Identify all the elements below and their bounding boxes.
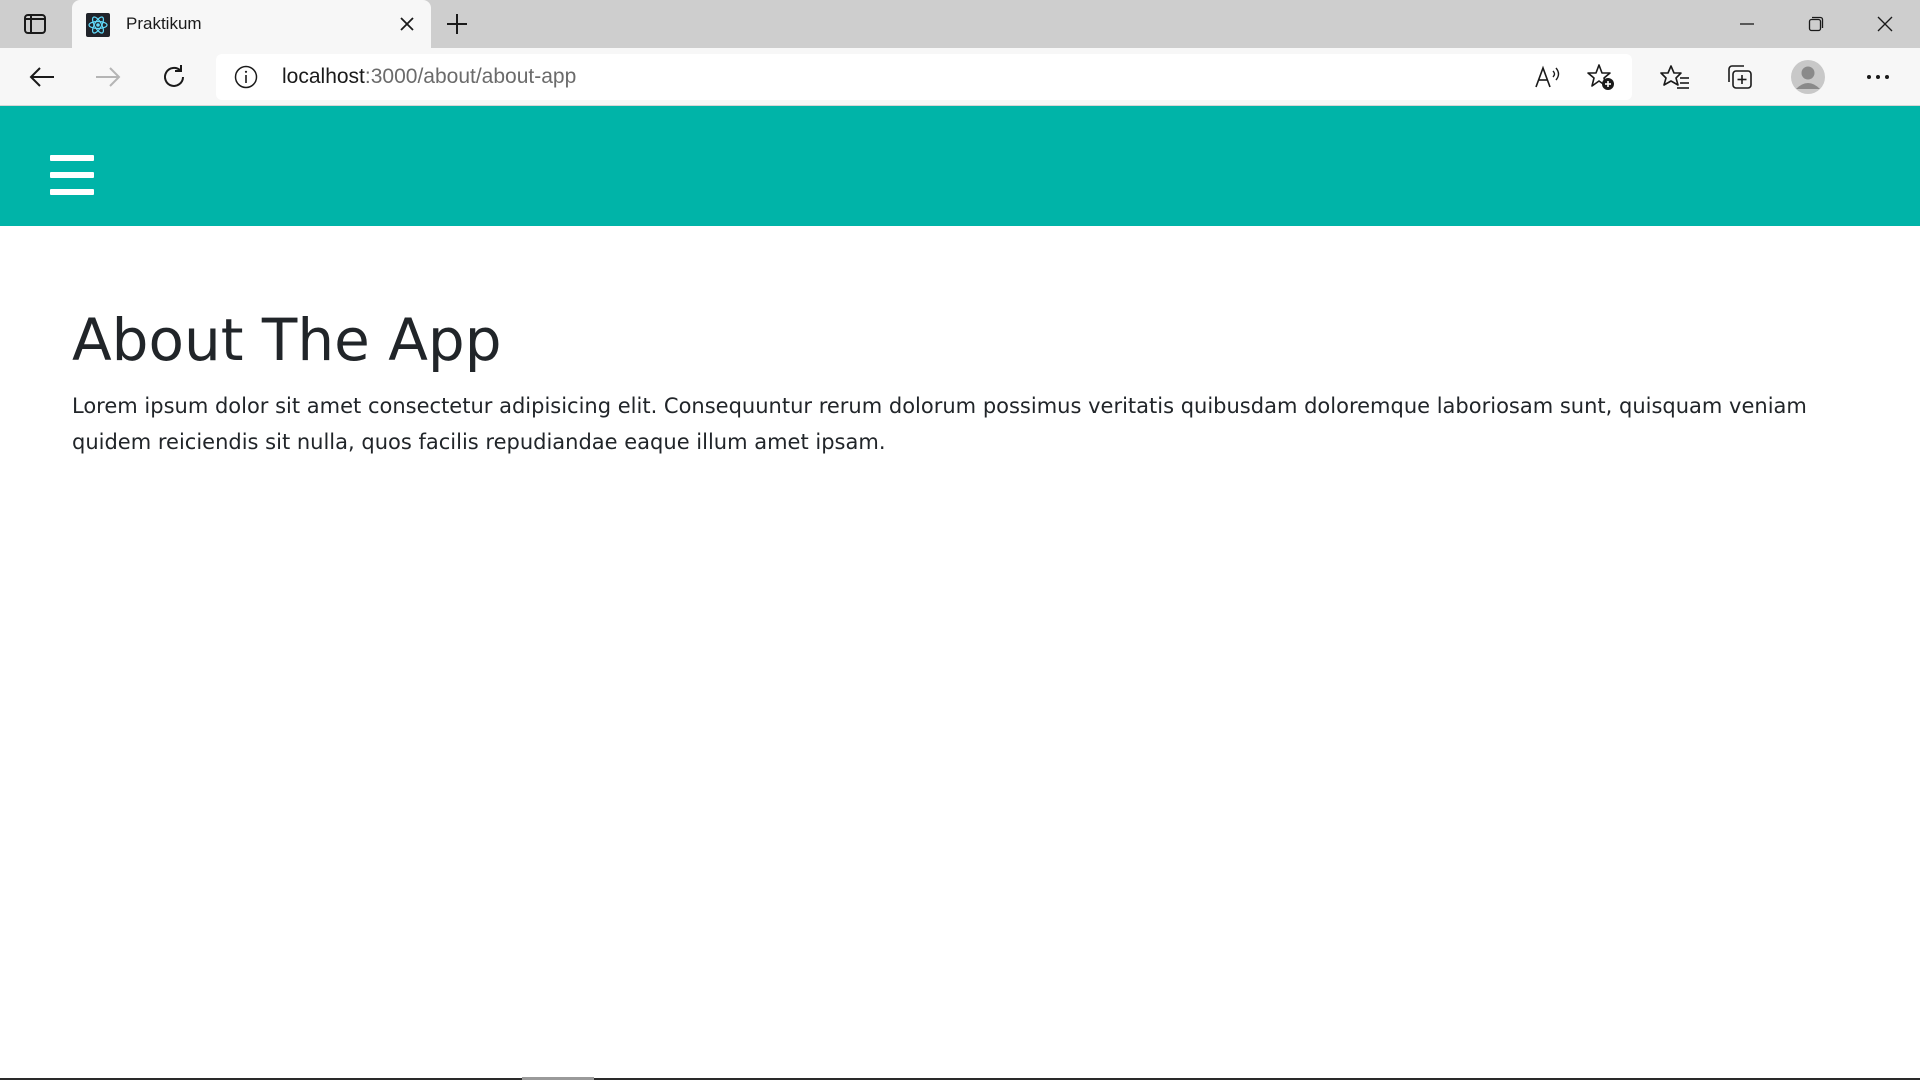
app-header-bar: [0, 106, 1920, 226]
url-host: localhost: [282, 65, 365, 88]
favorites-icon[interactable]: [1655, 58, 1695, 96]
minimize-icon[interactable]: [1722, 6, 1772, 42]
main-content: About The App Lorem ipsum dolor sit amet…: [72, 300, 1862, 460]
address-bar[interactable]: localhost:3000/about/about-app: [216, 54, 1632, 100]
browser-titlebar: Praktikum: [0, 0, 1920, 48]
restore-icon[interactable]: [1791, 6, 1841, 42]
collections-icon[interactable]: [1720, 58, 1760, 96]
plus-icon[interactable]: [440, 8, 474, 40]
url-path: :3000/about/about-app: [364, 65, 577, 88]
profile-avatar-icon[interactable]: [1788, 58, 1828, 96]
tab-close-icon[interactable]: [395, 12, 419, 36]
tab-title: Praktikum: [126, 14, 202, 33]
browser-tab-active[interactable]: Praktikum: [72, 0, 431, 48]
page-title: About The App: [72, 306, 502, 374]
close-icon[interactable]: [1860, 6, 1910, 42]
forward-arrow-icon[interactable]: [88, 58, 128, 96]
hamburger-menu-icon[interactable]: [50, 155, 94, 195]
back-arrow-icon[interactable]: [22, 58, 62, 96]
info-icon[interactable]: [234, 65, 258, 89]
url-text[interactable]: localhost:3000/about/about-app: [282, 65, 576, 89]
read-aloud-icon[interactable]: [1533, 63, 1563, 91]
react-icon: [86, 13, 110, 37]
tab-actions-icon[interactable]: [18, 10, 52, 38]
add-favorite-star-icon[interactable]: [1586, 63, 1616, 91]
more-dots-icon[interactable]: [1858, 58, 1898, 96]
refresh-icon[interactable]: [154, 58, 194, 96]
browser-toolbar: localhost:3000/about/about-app: [0, 48, 1920, 106]
page-description: Lorem ipsum dolor sit amet consectetur a…: [72, 394, 1807, 454]
